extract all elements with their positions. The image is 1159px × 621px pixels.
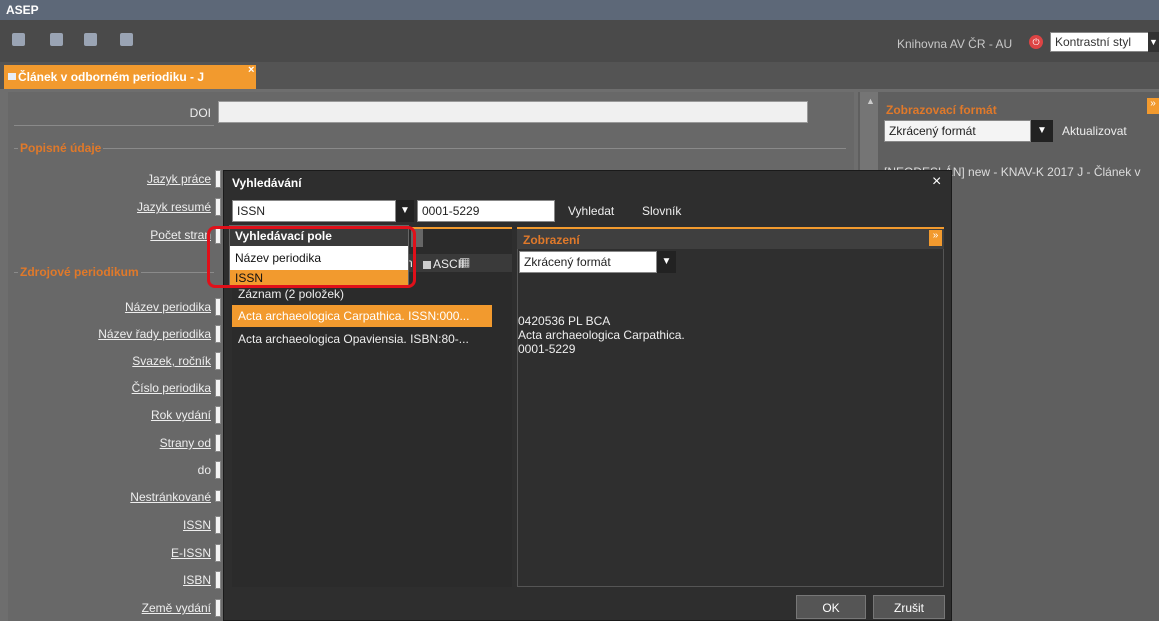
expand-icon[interactable]: » bbox=[929, 230, 942, 246]
field-box[interactable] bbox=[215, 461, 221, 479]
field-box[interactable] bbox=[215, 571, 221, 589]
chevron-down-icon[interactable]: ▼ bbox=[396, 200, 414, 222]
detail-line: 0001-5229 bbox=[518, 342, 576, 356]
app-title-bar: ASEP bbox=[0, 0, 1159, 20]
field-box[interactable] bbox=[215, 325, 221, 343]
ok-button[interactable]: OK bbox=[796, 595, 866, 619]
field-box[interactable] bbox=[215, 352, 221, 370]
field-label[interactable]: Číslo periodika bbox=[8, 381, 211, 395]
field-label[interactable]: Název periodika bbox=[8, 300, 211, 314]
list-item[interactable]: Acta archaeologica Opaviensia. ISBN:80-.… bbox=[232, 328, 492, 350]
list-item[interactable]: Acta archaeologica Carpathica. ISSN:000.… bbox=[232, 305, 492, 327]
highlight-annotation bbox=[207, 226, 416, 288]
field-label[interactable]: Strany od bbox=[8, 436, 211, 450]
logout-icon[interactable]: ⏻ bbox=[1029, 35, 1043, 49]
record-detail: 0420536 PL BCA Acta archaeologica Carpat… bbox=[518, 314, 685, 356]
records-count: Záznam (2 položek) bbox=[238, 287, 345, 301]
field-label[interactable]: Název řady periodika bbox=[8, 327, 211, 341]
field-label[interactable]: Jazyk resumé bbox=[8, 200, 211, 214]
document-icon bbox=[8, 73, 16, 80]
app-title: ASEP bbox=[6, 3, 39, 17]
detail-line: Acta archaeologica Carpathica. bbox=[518, 328, 685, 342]
section-doi-divider bbox=[14, 125, 214, 126]
tab-bar: Článek v odborném periodiku - J × bbox=[0, 62, 1159, 89]
section-descriptive-title: Popisné údaje bbox=[18, 141, 104, 155]
list-icon[interactable] bbox=[12, 33, 25, 46]
contrast-style-select[interactable]: Kontrastní styl bbox=[1050, 32, 1150, 52]
field-box[interactable] bbox=[215, 379, 221, 397]
field-box[interactable] bbox=[215, 298, 221, 316]
search-field-select[interactable]: ISSN bbox=[232, 200, 396, 222]
doi-label: DOI bbox=[189, 106, 211, 120]
edit-icon[interactable] bbox=[84, 33, 97, 46]
field-box[interactable] bbox=[215, 516, 221, 534]
field-label[interactable]: Nestránkované bbox=[8, 490, 211, 504]
field-label[interactable]: E-ISSN bbox=[8, 546, 211, 560]
section-descriptive: Popisné údaje bbox=[14, 141, 846, 155]
dictionary-button[interactable]: Slovník bbox=[642, 204, 681, 218]
display-format-title: Zobrazovací formát bbox=[886, 103, 997, 117]
field-box[interactable] bbox=[215, 170, 221, 188]
field-box[interactable] bbox=[215, 198, 221, 216]
tab-title: Článek v odborném periodiku - J bbox=[18, 70, 205, 84]
field-label: do bbox=[197, 463, 211, 477]
display-format-select[interactable]: Zkrácený formát bbox=[884, 120, 1031, 142]
section-source: Zdrojové periodikum bbox=[14, 265, 214, 279]
tab-article[interactable]: Článek v odborném periodiku - J × bbox=[4, 64, 256, 89]
field-label[interactable]: Rok vydání bbox=[8, 408, 211, 422]
field-checkbox[interactable] bbox=[215, 490, 221, 502]
close-icon[interactable]: × bbox=[932, 173, 941, 191]
grid-icon[interactable]: ▦ bbox=[459, 255, 470, 269]
expand-icon[interactable]: » bbox=[1147, 98, 1159, 114]
scroll-up-icon[interactable]: ▲ bbox=[866, 96, 875, 106]
cancel-button[interactable]: Zrušit bbox=[873, 595, 945, 619]
display-format-select[interactable]: Zkrácený formát bbox=[519, 251, 657, 273]
chevron-down-icon[interactable]: ▼ bbox=[657, 251, 676, 273]
ascii-checkbox[interactable] bbox=[423, 261, 431, 269]
search-input[interactable]: 0001-5229 bbox=[417, 200, 555, 222]
field-label[interactable]: Země vydání bbox=[8, 601, 211, 615]
field-label[interactable]: Počet stran bbox=[8, 228, 211, 242]
update-button[interactable]: Aktualizovat bbox=[1062, 124, 1127, 138]
detail-line: 0420536 PL BCA bbox=[518, 314, 611, 328]
search-button[interactable]: Vyhledat bbox=[568, 204, 614, 218]
field-box[interactable] bbox=[215, 544, 221, 562]
chevron-down-icon[interactable]: ▼ bbox=[1148, 32, 1159, 52]
display-pane bbox=[517, 227, 944, 587]
chevron-down-icon[interactable]: ▼ bbox=[1031, 120, 1053, 142]
dialog-title: Vyhledávání bbox=[232, 176, 302, 190]
field-label[interactable]: ISSN bbox=[8, 518, 211, 532]
print-icon[interactable] bbox=[50, 33, 63, 46]
display-title: Zobrazení bbox=[523, 233, 580, 247]
display-pane-header bbox=[517, 227, 944, 249]
library-name: Knihovna AV ČR - AU bbox=[897, 37, 1013, 51]
field-box[interactable] bbox=[215, 406, 221, 424]
save-icon[interactable] bbox=[120, 33, 133, 46]
field-label[interactable]: Jazyk práce bbox=[8, 172, 211, 186]
field-box[interactable] bbox=[215, 434, 221, 452]
section-source-title: Zdrojové periodikum bbox=[18, 265, 141, 279]
field-box[interactable] bbox=[215, 599, 221, 617]
field-label[interactable]: Svazek, ročník bbox=[8, 354, 211, 368]
field-label[interactable]: ISBN bbox=[8, 573, 211, 587]
toolbar: Knihovna AV ČR - AU ⏻ Kontrastní styl ▼ bbox=[0, 20, 1159, 62]
tab-close-icon[interactable]: × bbox=[248, 64, 254, 76]
doi-input[interactable] bbox=[218, 101, 808, 123]
